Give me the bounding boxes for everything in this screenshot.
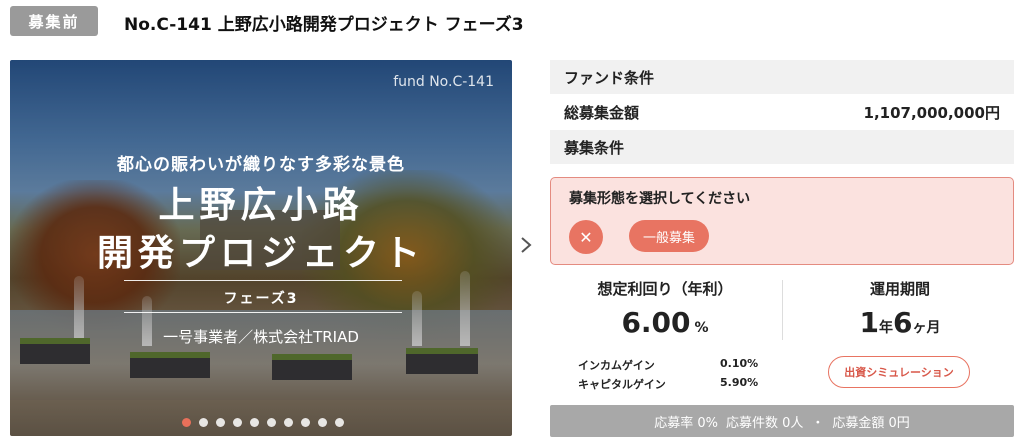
carousel-dot[interactable] <box>233 418 242 427</box>
close-icon: ✕ <box>579 227 593 247</box>
carousel-dot[interactable] <box>301 418 310 427</box>
carousel-dot[interactable] <box>199 418 208 427</box>
period-label: 運用期間 <box>869 280 930 298</box>
carousel-dot[interactable] <box>216 418 225 427</box>
total-amount-value: 1,107,000,000円 <box>863 103 1000 122</box>
period-years: 1 <box>859 306 879 339</box>
carousel-dot[interactable] <box>335 418 344 427</box>
yield-number: 6.00 <box>621 306 691 339</box>
income-gain-label: インカムゲイン <box>578 359 655 372</box>
carousel-dots <box>10 418 512 427</box>
hero-title-line2: 開発プロジェクト <box>96 233 425 274</box>
carousel-dot[interactable] <box>284 418 293 427</box>
period-value: 1年6ヶ月 <box>800 306 1000 339</box>
investment-simulation-button[interactable]: 出資シミュレーション <box>828 356 970 388</box>
period-months: 6 <box>893 306 913 339</box>
hero-title-line1: 上野広小路 <box>158 185 364 226</box>
recruit-type-selector: 募集形態を選択してください ✕ 一般募集 <box>550 177 1014 265</box>
hero-divider <box>124 280 402 281</box>
application-amount: 応募金額 0円 <box>832 415 910 431</box>
carousel-dot[interactable] <box>250 418 259 427</box>
page-title: No.C-141 上野広小路開発プロジェクト フェーズ3 <box>124 15 524 35</box>
carousel-dot[interactable] <box>182 418 191 427</box>
fund-conditions-header: ファンド条件 <box>550 60 1014 94</box>
carousel-next-button[interactable] <box>518 234 534 256</box>
metric-divider <box>782 280 783 340</box>
chevron-right-icon <box>521 237 532 253</box>
application-count: 応募件数 0人 <box>725 415 804 431</box>
recruit-type-prompt: 募集形態を選択してください <box>569 191 751 207</box>
recruit-conditions-header: 募集条件 <box>550 130 1014 164</box>
yield-unit: % <box>694 320 709 336</box>
capital-gain-value: 5.90% <box>720 376 759 389</box>
yield-value: 6.00% <box>560 306 770 339</box>
carousel-dot[interactable] <box>318 418 327 427</box>
hero-divider <box>124 312 402 313</box>
application-stats-bar: 応募率 0% 応募件数 0人 ・ 応募金額 0円 <box>550 405 1014 437</box>
hero-carousel[interactable]: fund No.C-141 都心の賑わいが織りなす多彩な景色 上野広小路 開発プ… <box>10 60 512 436</box>
income-gain-value: 0.10% <box>720 357 759 370</box>
yield-label: 想定利回り（年利） <box>597 280 733 298</box>
status-badge: 募集前 <box>10 6 98 36</box>
application-rate: 応募率 0% <box>654 415 718 431</box>
carousel-dot[interactable] <box>267 418 276 427</box>
close-button[interactable]: ✕ <box>569 220 603 254</box>
period-year-unit: 年 <box>879 320 893 336</box>
hero-catchphrase: 都心の賑わいが織りなす多彩な景色 <box>117 155 405 175</box>
stats-separator: ・ <box>811 415 825 431</box>
capital-gain-label: キャピタルゲイン <box>578 378 666 391</box>
hero-company: 一号事業者／株式会社TRIAD <box>163 328 359 346</box>
hero-phase: フェーズ3 <box>223 291 299 307</box>
fund-number-label: fund No.C-141 <box>393 74 494 90</box>
period-month-unit: ヶ月 <box>912 320 941 336</box>
total-amount-label: 総募集金額 <box>564 103 640 122</box>
general-recruit-button[interactable]: 一般募集 <box>629 220 709 252</box>
total-amount-row: 総募集金額 1,107,000,000円 <box>550 95 1014 129</box>
